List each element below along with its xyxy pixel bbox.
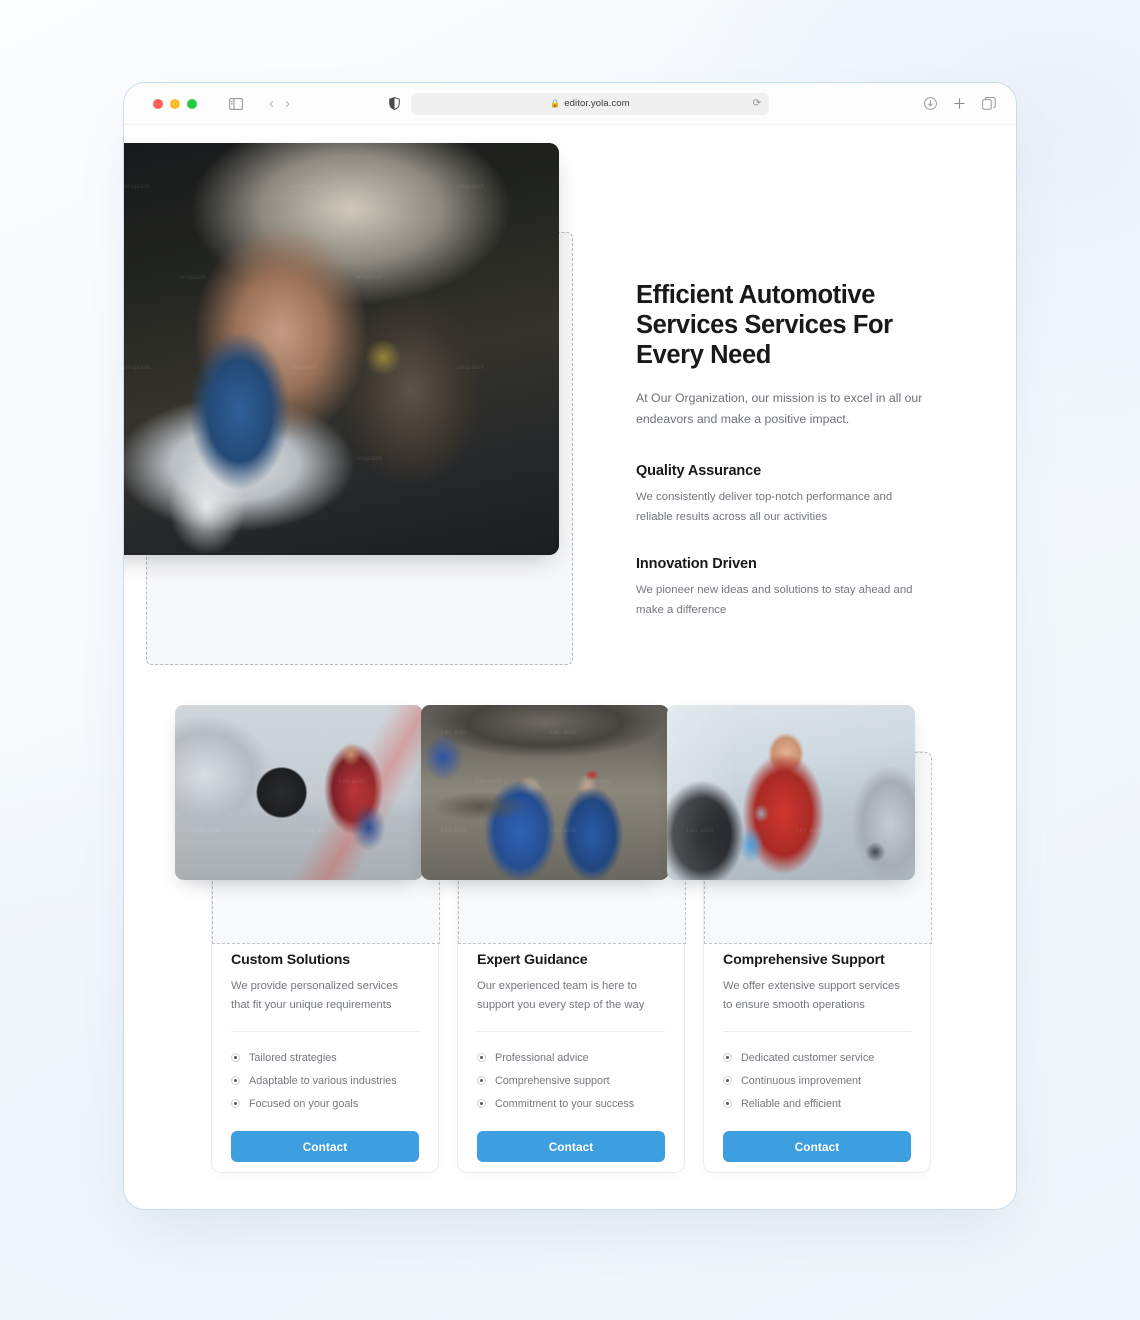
list-item[interactable]: Tailored strategies (231, 1046, 419, 1069)
card-bullet-list: Tailored strategies Adaptable to various… (231, 1046, 419, 1115)
card-title[interactable]: Expert Guidance (477, 952, 665, 968)
hero-subheading[interactable]: At Our Organization, our mission is to e… (636, 388, 928, 430)
card-bullet-list: Professional advice Comprehensive suppor… (477, 1046, 665, 1115)
hero-text-block: Efficient Automotive Services Services F… (636, 280, 928, 620)
card-image[interactable]: Leo auto Leo auto Leo auto Leo auto Leo au… (421, 705, 669, 880)
card-image[interactable]: Leo auto Leo auto Leo auto Leo auto Leo au… (175, 705, 423, 880)
minimize-window-button[interactable] (170, 98, 180, 109)
download-icon[interactable] (924, 97, 937, 110)
list-item[interactable]: Adaptable to various industries (231, 1069, 419, 1092)
navigation-buttons: ‹ › (265, 96, 294, 111)
card-body: Comprehensive Support We offer extensive… (704, 952, 930, 1162)
card-image[interactable]: Leo auto Leo auto Leo auto Leo auto Leo au… (667, 705, 915, 880)
list-item[interactable]: Reliable and efficient (723, 1092, 911, 1115)
tab-overview-icon[interactable] (982, 97, 996, 110)
card-divider (723, 1031, 911, 1032)
service-cards-section: Leo auto Leo auto Leo auto Leo auto Leo au… (172, 705, 978, 1173)
browser-chrome-bar: ‹ › 🔒 editor.yola.com ⟳ (124, 83, 1016, 125)
contact-button[interactable]: Contact (723, 1131, 911, 1162)
feature-quality-assurance: Quality Assurance We consistently delive… (636, 463, 928, 527)
list-item-label: Focused on your goals (249, 1097, 359, 1110)
plus-icon[interactable] (953, 97, 966, 110)
contact-button[interactable]: Contact (477, 1131, 665, 1162)
list-item[interactable]: Commitment to your success (477, 1092, 665, 1115)
bullet-dot-icon (723, 1099, 732, 1108)
card-divider (477, 1031, 665, 1032)
card-description[interactable]: We offer extensive support services to e… (723, 977, 911, 1015)
card-title[interactable]: Comprehensive Support (723, 952, 911, 968)
list-item[interactable]: Comprehensive support (477, 1069, 665, 1092)
list-item-label: Tailored strategies (249, 1051, 337, 1064)
contact-button[interactable]: Contact (231, 1131, 419, 1162)
card-description[interactable]: Our experienced team is here to support … (477, 977, 665, 1015)
page-viewport: unsplash unsplash unsplash unsplash unspla… (123, 125, 1016, 1209)
card-description[interactable]: We provide personalized services that fi… (231, 977, 419, 1015)
list-item-label: Professional advice (495, 1051, 589, 1064)
forward-chevron-icon[interactable]: › (281, 96, 294, 111)
card-bullet-list: Dedicated customer service Continuous im… (723, 1046, 911, 1115)
feature-text[interactable]: We pioneer new ideas and solutions to st… (636, 581, 928, 620)
lock-icon: 🔒 (550, 99, 561, 108)
image-watermark: Leo auto Leo auto Leo auto Leo auto Leo au… (440, 729, 612, 834)
feature-text[interactable]: We consistently deliver top-notch perfor… (636, 488, 928, 527)
image-watermark: unsplash unsplash unsplash unsplash unspla… (123, 184, 485, 463)
service-card[interactable]: Leo auto Leo auto Leo auto Leo auto Leo au… (175, 705, 440, 1173)
card-title[interactable]: Custom Solutions (231, 952, 419, 968)
bullet-dot-icon (477, 1053, 486, 1062)
page-title[interactable]: Efficient Automotive Services Services F… (636, 280, 928, 370)
chrome-right-icons (924, 97, 996, 110)
bullet-dot-icon (477, 1099, 486, 1108)
feature-title[interactable]: Innovation Driven (636, 556, 928, 572)
list-item[interactable]: Focused on your goals (231, 1092, 419, 1115)
privacy-shield-icon[interactable] (389, 97, 400, 110)
list-item-label: Dedicated customer service (741, 1051, 875, 1064)
traffic-lights (153, 98, 197, 109)
bullet-dot-icon (477, 1076, 486, 1085)
service-card[interactable]: Leo auto Leo auto Leo auto Leo auto Leo au… (667, 705, 932, 1173)
reload-icon[interactable]: ⟳ (753, 98, 761, 109)
bullet-dot-icon (231, 1099, 240, 1108)
hero-image[interactable]: unsplash unsplash unsplash unsplash unspla… (123, 143, 559, 555)
list-item-label: Reliable and efficient (741, 1097, 842, 1110)
service-card[interactable]: Leo auto Leo auto Leo auto Leo auto Leo au… (421, 705, 686, 1173)
close-window-button[interactable] (153, 98, 163, 109)
list-item-label: Adaptable to various industries (249, 1074, 397, 1087)
list-item[interactable]: Professional advice (477, 1046, 665, 1069)
image-watermark: Leo auto Leo auto Leo auto Leo auto Leo au… (194, 729, 366, 834)
back-chevron-icon[interactable]: ‹ (265, 96, 278, 111)
image-watermark: Leo auto Leo auto Leo auto Leo auto Leo au… (686, 729, 858, 834)
browser-window: ‹ › 🔒 editor.yola.com ⟳ unsplash unsplas… (123, 82, 1017, 1210)
card-body: Custom Solutions We provide personalized… (212, 952, 438, 1162)
bullet-dot-icon (231, 1053, 240, 1062)
address-bar[interactable]: 🔒 editor.yola.com ⟳ (411, 92, 769, 115)
feature-title[interactable]: Quality Assurance (636, 463, 928, 479)
card-divider (231, 1031, 419, 1032)
bullet-dot-icon (723, 1076, 732, 1085)
list-item[interactable]: Continuous improvement (723, 1069, 911, 1092)
list-item-label: Commitment to your success (495, 1097, 635, 1110)
address-bar-url: editor.yola.com (564, 98, 630, 109)
sidebar-toggle-icon[interactable] (229, 97, 243, 110)
list-item-label: Continuous improvement (741, 1074, 862, 1087)
bullet-dot-icon (231, 1076, 240, 1085)
list-item[interactable]: Dedicated customer service (723, 1046, 911, 1069)
list-item-label: Comprehensive support (495, 1074, 610, 1087)
card-body: Expert Guidance Our experienced team is … (458, 952, 684, 1162)
maximize-window-button[interactable] (187, 98, 197, 109)
bullet-dot-icon (723, 1053, 732, 1062)
feature-innovation-driven: Innovation Driven We pioneer new ideas a… (636, 556, 928, 620)
